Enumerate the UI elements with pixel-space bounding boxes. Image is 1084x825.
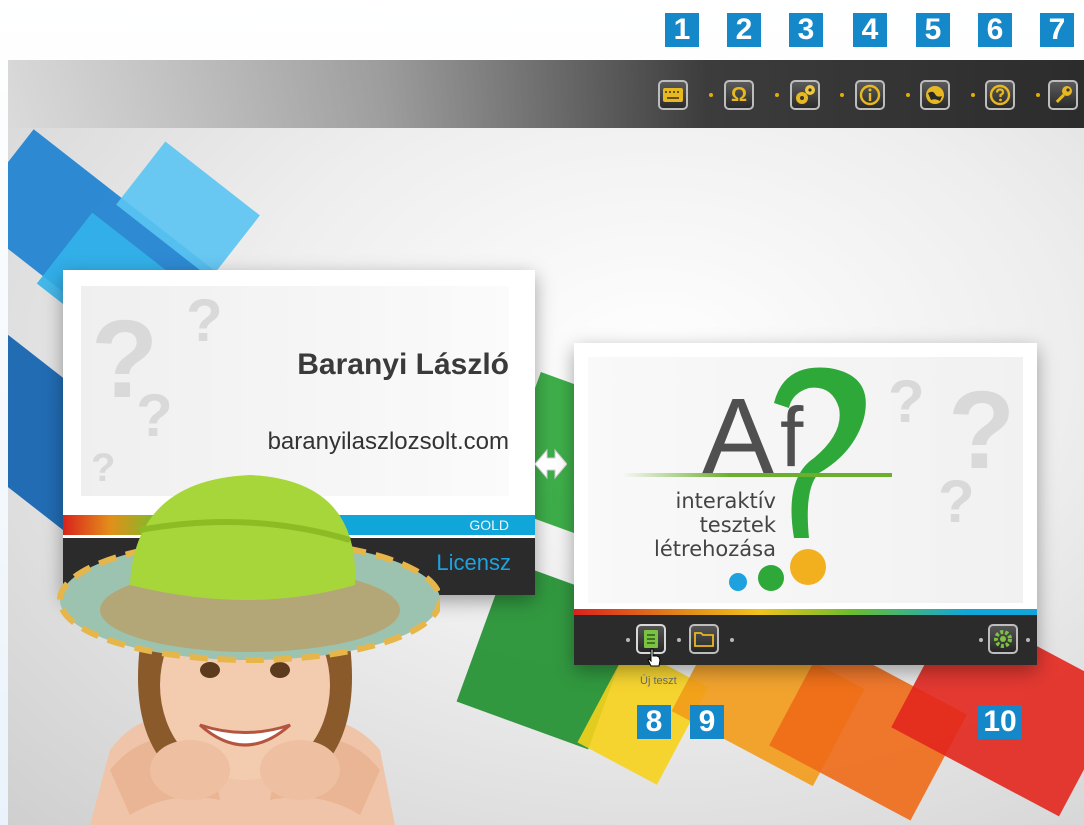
hand-cursor-icon — [647, 648, 661, 667]
web-button[interactable] — [920, 80, 950, 110]
help-button[interactable] — [985, 80, 1015, 110]
toolbar-separator — [971, 93, 975, 97]
logo-dot-orange — [790, 549, 826, 585]
omega-icon: Ω — [730, 83, 748, 106]
logo-tagline-line-1: interaktív — [675, 489, 776, 513]
new-test-tooltip: Új teszt — [640, 675, 677, 687]
licensee-website: baranyilaszlozsolt.com — [267, 428, 509, 455]
callout-7: 7 — [1040, 13, 1074, 47]
callout-3: 3 — [789, 13, 823, 47]
globe-icon — [926, 86, 944, 104]
callout-4: 4 — [853, 13, 887, 47]
toolbar-separator — [775, 93, 779, 97]
license-key-button[interactable] — [1048, 80, 1078, 110]
callout-1: 1 — [665, 13, 699, 47]
logo-tagline-line-2: tesztek — [699, 513, 776, 537]
logo-tagline-line-3: létrehozása — [654, 537, 776, 561]
question-mark-decoration: ? — [938, 468, 975, 535]
gears-icon — [796, 85, 815, 104]
settings-button[interactable] — [988, 624, 1018, 654]
toolbar-separator — [906, 93, 910, 97]
question-mark-decoration: ? — [136, 382, 173, 449]
footer-separator — [979, 638, 983, 642]
gear-icon — [994, 630, 1012, 648]
question-mark-decoration: ? — [888, 368, 925, 435]
logo-dot-blue — [729, 573, 747, 591]
info-icon — [859, 84, 881, 106]
callout-10: 10 — [978, 705, 1022, 739]
toolbar-separator — [1036, 93, 1040, 97]
mascot-photo — [57, 475, 440, 825]
toolbar-separator — [709, 93, 713, 97]
card-watermark: ? ? ? ? — [81, 286, 509, 496]
settings-gears-button[interactable] — [790, 80, 820, 110]
footer-separator — [730, 638, 734, 642]
info-button[interactable] — [855, 80, 885, 110]
logo-letter-a: A — [702, 375, 775, 496]
footer-separator — [677, 638, 681, 642]
question-mark-decoration: ? — [186, 287, 223, 354]
key-icon — [1055, 86, 1072, 103]
logo-letter-f: f — [780, 390, 804, 484]
footer-separator — [626, 638, 630, 642]
logo-card-footer — [574, 615, 1037, 665]
callout-9: 9 — [690, 705, 724, 739]
double-arrow-icon — [535, 448, 567, 480]
app-logo-card: ? ? ? A f interaktív tesztek létrehozása — [574, 343, 1037, 665]
license-link[interactable]: Licensz — [436, 550, 511, 576]
logo-underline — [622, 473, 892, 477]
help-icon — [989, 84, 1011, 106]
logo-dot-green — [758, 565, 784, 591]
callout-8: 8 — [637, 705, 671, 739]
footer-separator — [1026, 638, 1030, 642]
special-characters-button[interactable]: Ω — [724, 80, 754, 110]
callout-2: 2 — [727, 13, 761, 47]
open-folder-button[interactable] — [689, 624, 719, 654]
toolbar-separator — [840, 93, 844, 97]
edition-label: GOLD — [469, 517, 509, 533]
callout-6: 6 — [978, 13, 1012, 47]
folder-icon — [694, 632, 714, 647]
keyboard-icon — [663, 88, 683, 102]
licensee-name: Baranyi László — [297, 348, 509, 381]
callout-5: 5 — [916, 13, 950, 47]
new-document-icon — [644, 630, 658, 648]
keyboard-button[interactable] — [658, 80, 688, 110]
